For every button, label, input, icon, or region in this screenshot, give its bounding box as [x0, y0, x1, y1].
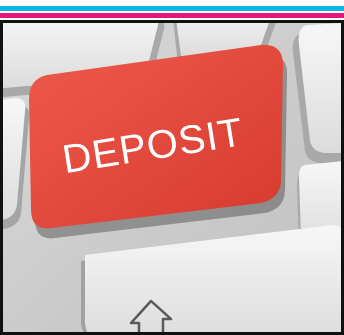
keyboard-illustration: DEPOSIT — [3, 23, 341, 332]
keyboard-photo: DEPOSIT — [0, 20, 344, 335]
header-band — [0, 0, 344, 20]
cyan-stripe — [0, 6, 344, 11]
deposit-key: DEPOSIT — [29, 44, 288, 239]
magenta-stripe — [0, 13, 344, 18]
